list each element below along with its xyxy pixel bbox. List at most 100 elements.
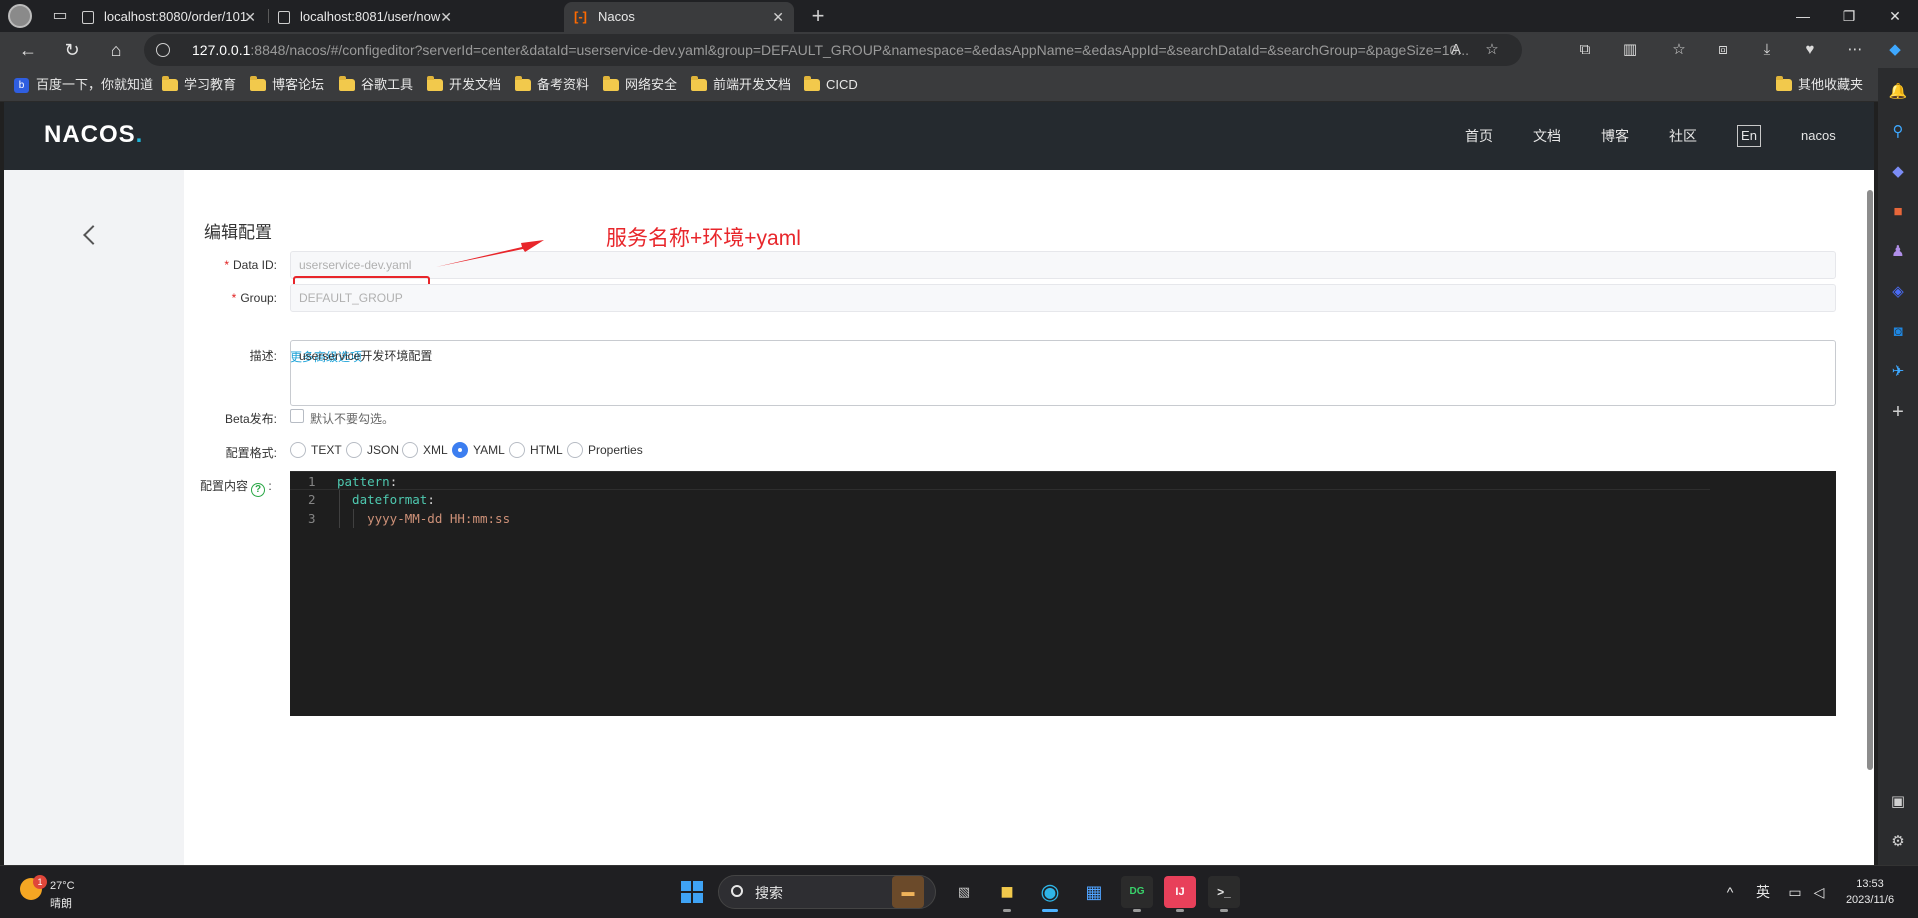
radio-circle <box>290 442 306 458</box>
extensions-icon[interactable]: ⧉ <box>1572 37 1598 63</box>
close-icon[interactable]: ✕ <box>244 2 256 32</box>
favorites-icon[interactable]: ☆ <box>1666 37 1692 63</box>
tab-order[interactable]: localhost:8080/order/101 ✕ <box>70 2 266 32</box>
radio-label: TEXT <box>311 443 342 457</box>
add-icon[interactable]: + <box>1886 400 1910 424</box>
logo-dot: . <box>135 121 144 148</box>
bookmark-folder[interactable]: CICD <box>804 68 858 102</box>
browser-tab-bar: ▭ localhost:8080/order/101 ✕ localhost:8… <box>0 0 1918 32</box>
weather-condition[interactable]: 晴朗 <box>50 895 72 911</box>
nav-docs[interactable]: 文档 <box>1533 102 1561 170</box>
bookmark-folder[interactable]: 备考资料 <box>515 68 589 102</box>
nav-community[interactable]: 社区 <box>1669 102 1697 170</box>
copilot-icon[interactable]: ◆ <box>1882 37 1908 63</box>
indent-guide <box>353 509 354 528</box>
bookmark-folder[interactable]: 博客论坛 <box>250 68 324 102</box>
vertical-scrollbar[interactable] <box>1866 170 1874 797</box>
format-radio-text[interactable]: TEXT <box>290 442 342 458</box>
format-radio-html[interactable]: HTML <box>509 442 563 458</box>
ime-indicator[interactable]: 英 <box>1752 866 1774 918</box>
edge-browser-icon[interactable]: ◉ <box>1034 876 1066 912</box>
collections-icon[interactable]: ⧈ <box>1710 37 1736 63</box>
downloads-icon[interactable]: ⤓ <box>1754 37 1780 63</box>
outlook-icon[interactable]: ◙ <box>1886 320 1910 344</box>
beta-checkbox[interactable] <box>290 409 304 423</box>
weather-temp[interactable]: 27°C <box>50 880 75 892</box>
tools-briefcase-icon[interactable]: ■ <box>1886 200 1910 224</box>
bookmark-other-folder[interactable]: 其他收藏夹 <box>1776 68 1863 102</box>
read-aloud-icon[interactable]: A <box>1444 38 1468 62</box>
split-screen-icon[interactable]: ▥ <box>1617 37 1643 63</box>
folder-icon <box>691 76 707 91</box>
performance-icon[interactable]: ♥ <box>1797 37 1823 63</box>
home-icon[interactable]: ⌂ <box>102 37 130 63</box>
terminal-icon[interactable]: >_ <box>1208 876 1240 912</box>
format-radio-xml[interactable]: XML <box>402 442 448 458</box>
user-name[interactable]: nacos <box>1801 102 1836 170</box>
line-number: 3 <box>308 511 316 526</box>
games-icon[interactable]: ♟ <box>1886 240 1910 264</box>
clock-date: 2023/11/6 <box>1845 894 1895 906</box>
back-arrow-icon[interactable] <box>83 225 103 245</box>
weather-badge: 1 <box>33 875 47 889</box>
reload-icon[interactable]: ↻ <box>58 37 86 63</box>
send-icon[interactable]: ✈ <box>1886 360 1910 384</box>
restore-icon[interactable]: ❐ <box>1826 0 1872 32</box>
copilot-apps-icon[interactable]: ◈ <box>1886 280 1910 304</box>
close-icon[interactable]: ✕ <box>440 2 452 32</box>
start-windows-icon[interactable] <box>681 881 703 903</box>
favorite-star-icon[interactable]: ☆ <box>1480 38 1504 62</box>
screen-icon[interactable]: ▣ <box>1886 790 1910 814</box>
bookmark-folder[interactable]: 网络安全 <box>603 68 677 102</box>
volume-icon[interactable]: ◁ <box>1808 866 1830 918</box>
network-icon[interactable]: ▭ <box>1784 866 1806 918</box>
folder-icon <box>1776 76 1792 91</box>
tray-overflow-icon[interactable]: ^ <box>1720 866 1740 918</box>
more-menu-icon[interactable]: ⋯ <box>1842 37 1868 63</box>
bookmark-folder[interactable]: 前端开发文档 <box>691 68 791 102</box>
bookmark-folder[interactable]: 谷歌工具 <box>339 68 413 102</box>
language-switch[interactable]: En <box>1737 125 1761 147</box>
yaml-colon: : <box>389 474 398 489</box>
minimize-icon[interactable]: — <box>1780 0 1826 32</box>
format-radio-json[interactable]: JSON <box>346 442 399 458</box>
bookmark-folder[interactable]: 学习教育 <box>162 68 236 102</box>
baidu-icon: b <box>14 78 29 93</box>
search-icon <box>731 885 743 897</box>
address-url[interactable]: 127.0.0.1:8848/nacos/#/configeditor?serv… <box>192 34 1492 66</box>
datagrip-icon[interactable]: DG <box>1121 876 1153 912</box>
nacos-logo[interactable]: NACOS. <box>44 121 143 149</box>
format-radio-yaml[interactable]: YAML <box>452 442 505 458</box>
bookmark-baidu[interactable]: b 百度一下，你就知道 <box>14 68 153 102</box>
settings-gear-icon[interactable]: ⚙ <box>1886 830 1910 854</box>
window-close-icon[interactable]: ✕ <box>1872 0 1918 32</box>
shopping-tag-icon[interactable]: ◆ <box>1886 160 1910 184</box>
task-view-icon[interactable]: ▧ <box>948 876 980 908</box>
tab-nacos[interactable]: [-] Nacos ✕ <box>564 2 794 32</box>
description-textarea[interactable]: userservice开发环境配置 <box>290 340 1836 406</box>
scrollbar-thumb[interactable] <box>1867 190 1873 770</box>
tab-user[interactable]: localhost:8081/user/now ✕ <box>266 2 462 32</box>
notifications-icon[interactable]: 🔔 <box>1886 80 1910 104</box>
folder-icon <box>603 76 619 91</box>
site-info-icon[interactable] <box>156 43 170 57</box>
tab-title: localhost:8081/user/now <box>300 9 441 24</box>
microsoft-store-icon[interactable]: ▦ <box>1078 876 1110 908</box>
file-explorer-icon[interactable]: ■ <box>991 876 1023 912</box>
help-question-icon[interactable]: ? <box>251 483 266 497</box>
profile-avatar[interactable] <box>8 4 32 28</box>
nav-blog[interactable]: 博客 <box>1601 102 1629 170</box>
label-text: 配置内容 <box>200 479 249 493</box>
search-icon[interactable]: ⚲ <box>1886 120 1910 144</box>
widgets-app-icon[interactable]: ▬ <box>892 876 924 908</box>
address-bar[interactable]: 127.0.0.1:8848/nacos/#/configeditor?serv… <box>144 34 1522 66</box>
intellij-idea-icon[interactable]: IJ <box>1164 876 1196 912</box>
new-tab-icon[interactable]: + <box>804 4 832 28</box>
code-editor[interactable]: 1 pattern: 2 dateformat: 3 yyyy-MM-dd HH… <box>290 471 1836 716</box>
bookmark-folder[interactable]: 开发文档 <box>427 68 501 102</box>
back-icon[interactable]: ← <box>14 37 42 63</box>
format-radio-properties[interactable]: Properties <box>567 442 643 458</box>
nav-home[interactable]: 首页 <box>1465 102 1493 170</box>
system-clock[interactable]: 13:53 2023/11/6 <box>1832 876 1908 908</box>
close-icon[interactable]: ✕ <box>772 2 784 32</box>
